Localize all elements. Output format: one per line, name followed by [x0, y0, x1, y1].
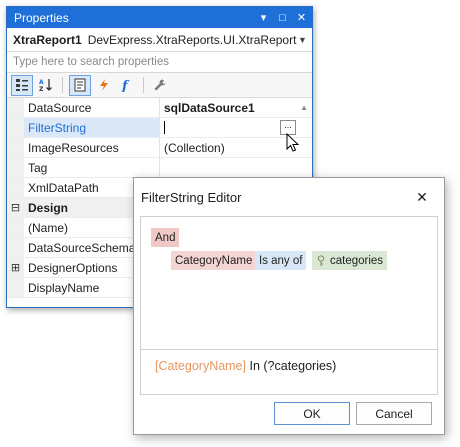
- property-name: Tag: [24, 158, 160, 177]
- close-icon[interactable]: ✕: [412, 187, 432, 207]
- expression-function-icon[interactable]: f: [117, 76, 137, 95]
- parameter-name: categories: [330, 254, 384, 267]
- dialog-title-bar: FilterString Editor ✕: [134, 178, 444, 216]
- pin-dropdown-icon[interactable]: ▾: [255, 9, 272, 26]
- alphabetical-sort-icon[interactable]: AZ: [36, 76, 56, 95]
- expression-rest: In (?categories): [246, 359, 337, 373]
- collapse-icon[interactable]: ⊟: [7, 198, 24, 217]
- svg-text:f: f: [121, 79, 130, 92]
- property-search-input[interactable]: Type here to search properties: [7, 52, 312, 73]
- operator-token[interactable]: Is any of: [255, 251, 307, 270]
- property-value[interactable]: [160, 158, 312, 177]
- property-row-imageresources[interactable]: ImageResources (Collection): [7, 138, 312, 158]
- parameter-icon: [317, 254, 325, 266]
- maximize-icon[interactable]: □: [274, 9, 291, 26]
- properties-title: Properties: [14, 10, 69, 25]
- categorized-view-icon[interactable]: [11, 74, 33, 96]
- dialog-footer: OK Cancel: [134, 394, 444, 434]
- text-caret: [164, 121, 165, 134]
- svg-text:A: A: [39, 79, 44, 86]
- mouse-pointer-icon: [286, 133, 300, 152]
- parameter-token[interactable]: categories: [312, 251, 388, 270]
- expand-icon[interactable]: ⊞: [7, 258, 24, 277]
- properties-view-icon[interactable]: [69, 74, 91, 96]
- property-name: FilterString: [24, 118, 160, 137]
- property-value[interactable]: sqlDataSource1: [160, 98, 312, 117]
- dialog-title: FilterString Editor: [141, 189, 242, 205]
- events-lightning-icon[interactable]: [94, 76, 114, 95]
- filter-builder: And CategoryName Is any of categories [C…: [140, 216, 438, 395]
- property-name: ImageResources: [24, 138, 160, 157]
- object-name: XtraReport1: [13, 32, 82, 47]
- properties-toolbar: AZ f: [7, 73, 312, 98]
- wrench-icon[interactable]: [150, 76, 170, 95]
- chevron-down-icon[interactable]: ▼: [298, 35, 312, 45]
- property-row-datasource[interactable]: DataSource sqlDataSource1: [7, 98, 312, 118]
- cancel-button[interactable]: Cancel: [356, 402, 432, 425]
- properties-title-bar: Properties ▾ □ ✕: [7, 7, 312, 28]
- expression-text-area[interactable]: [CategoryName] In (?categories): [141, 349, 437, 394]
- property-row-filterstring[interactable]: FilterString ...: [7, 118, 312, 138]
- close-icon[interactable]: ✕: [293, 9, 310, 26]
- filterstring-editor-dialog: FilterString Editor ✕ And CategoryName I…: [133, 177, 445, 435]
- toolbar-divider: [143, 77, 144, 93]
- field-token[interactable]: CategoryName: [171, 251, 257, 270]
- object-selector[interactable]: XtraReport1 DevExpress.XtraReports.UI.Xt…: [7, 28, 312, 52]
- group-operator-token[interactable]: And: [151, 228, 180, 247]
- object-type: DevExpress.XtraReports.UI.XtraReport: [87, 32, 297, 47]
- ok-button[interactable]: OK: [274, 402, 350, 425]
- toolbar-divider: [62, 77, 63, 93]
- property-name: DataSource: [24, 98, 160, 117]
- expression-field: [CategoryName]: [155, 359, 247, 373]
- property-row-tag[interactable]: Tag: [7, 158, 312, 178]
- svg-text:Z: Z: [39, 86, 44, 92]
